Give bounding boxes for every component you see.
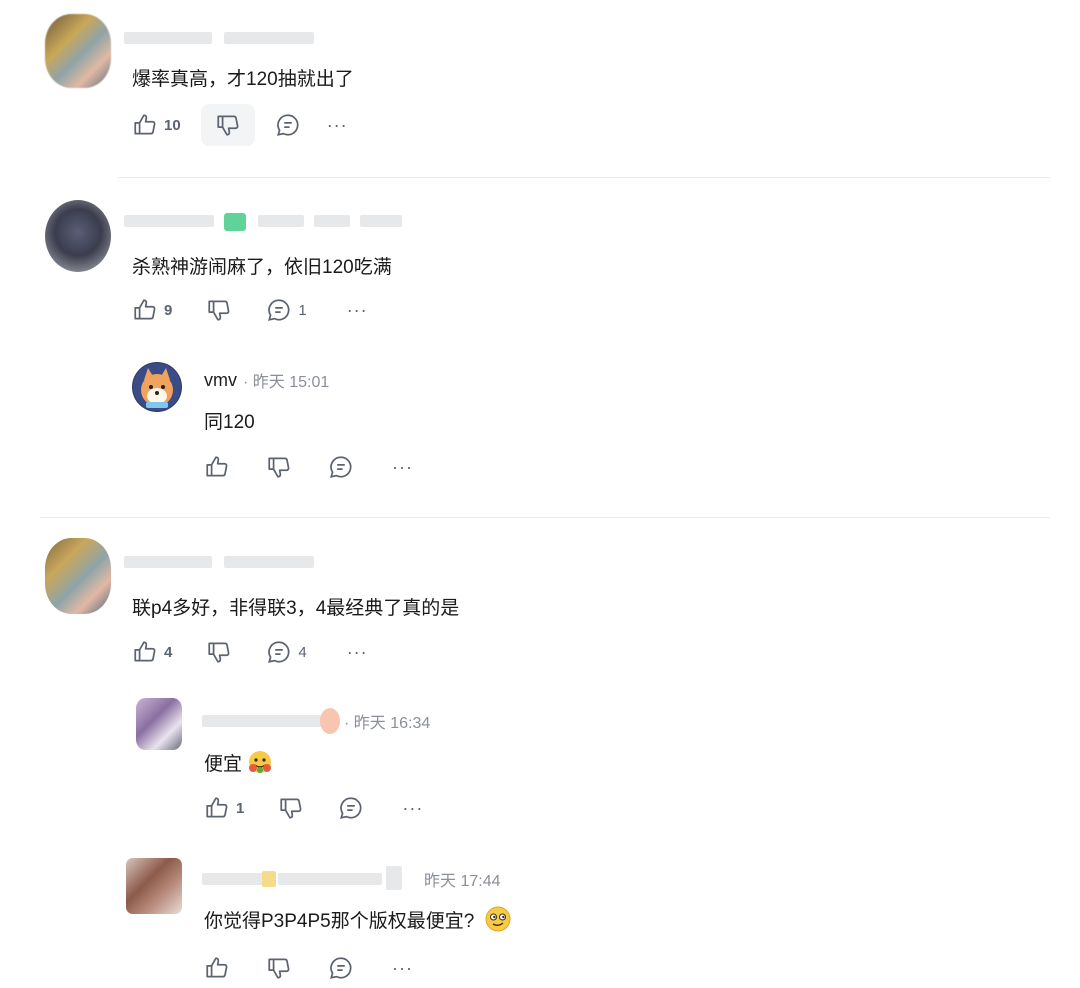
reply-button[interactable] (328, 955, 354, 981)
dislike-button[interactable] (278, 795, 304, 821)
meta-blurred (258, 215, 304, 227)
like-button[interactable]: 9 (132, 297, 172, 323)
meta-blurred (314, 215, 350, 227)
reply-text: 你觉得P3P4P5那个版权最便宜? (204, 905, 512, 939)
meta-blurred (278, 873, 382, 885)
username-blurred[interactable] (202, 873, 266, 885)
like-button[interactable] (204, 454, 230, 480)
avatar[interactable] (45, 538, 111, 614)
like-count: 10 (164, 116, 181, 134)
dislike-button[interactable] (200, 104, 255, 146)
username-blurred[interactable] (202, 715, 322, 727)
comment-bubble-icon (266, 297, 292, 323)
dislike-button[interactable] (206, 639, 232, 665)
badge-blurred (262, 871, 276, 887)
avatar[interactable] (132, 362, 182, 412)
timestamp: · 昨天 16:34 (344, 715, 431, 732)
reply-text-content: 你觉得P3P4P5那个版权最便宜? (204, 911, 475, 933)
timestamp: · 昨天 15:01 (243, 374, 330, 391)
dislike-button[interactable] (266, 955, 292, 981)
dislike-button[interactable] (266, 454, 292, 480)
more-button[interactable]: ··· (392, 457, 413, 478)
reply-actions: ··· (204, 447, 413, 487)
reply-button[interactable]: 4 (266, 639, 307, 665)
meta-blurred (224, 32, 314, 44)
comment-text: 联p4多好，非得联3，4最经典了真的是 (132, 598, 460, 619)
divider (40, 517, 1050, 518)
thumbs-down-icon (206, 297, 232, 323)
reply-button[interactable]: 1 (266, 297, 307, 323)
reply-count: 1 (298, 301, 307, 319)
reply-actions: 1 ··· (204, 788, 423, 828)
comment-actions: 9 1 ··· (132, 290, 368, 330)
thumbs-up-icon (132, 639, 158, 665)
reply-actions: ··· (204, 948, 413, 988)
smirk-emoji-icon (484, 905, 512, 939)
badge-icon (320, 708, 340, 734)
username-blurred[interactable] (124, 215, 214, 227)
shiba-avatar-icon (133, 363, 181, 411)
hugging-face-emoji-icon (247, 749, 273, 781)
more-button[interactable]: ··· (347, 642, 368, 663)
like-button[interactable]: 4 (132, 639, 172, 665)
comment-actions: 4 4 ··· (132, 632, 368, 672)
thumbs-up-icon (204, 454, 230, 480)
avatar[interactable] (45, 200, 111, 272)
more-button[interactable]: ··· (327, 115, 348, 136)
comment-item: 联p4多好，非得联3，4最经典了真的是 4 4 ··· · 昨天 16:34 便… (0, 520, 1080, 979)
reply-text: 便宜 (204, 749, 273, 781)
comment-actions: 10 ··· (132, 104, 348, 146)
like-button[interactable]: 1 (204, 795, 244, 821)
thumbs-down-icon (215, 112, 241, 138)
comment-bubble-icon (328, 955, 354, 981)
reply-text-content: 便宜 (204, 754, 243, 776)
like-button[interactable] (204, 955, 230, 981)
more-button[interactable]: ··· (392, 958, 413, 979)
thumbs-down-icon (206, 639, 232, 665)
comment-text: 爆率真高，才120抽就出了 (132, 69, 354, 90)
comment-item: 杀熟神游闹麻了，依旧120吃满 9 1 ··· vmv · 昨天 15:01 同… (0, 180, 1080, 520)
reply-count: 4 (298, 643, 307, 661)
reply-header: 昨天 17:44 (412, 867, 501, 891)
username[interactable]: vmv (204, 370, 237, 391)
reply-text: 同120 (204, 412, 255, 433)
like-count: 4 (164, 643, 173, 661)
thumbs-up-icon (204, 795, 230, 821)
like-count: 9 (164, 301, 173, 319)
meta-blurred (386, 866, 402, 890)
timestamp: 昨天 17:44 (424, 873, 501, 890)
avatar[interactable] (126, 858, 182, 914)
comment-bubble-icon (328, 454, 354, 480)
thumbs-up-icon (204, 955, 230, 981)
reply-button[interactable] (338, 795, 364, 821)
thumbs-down-icon (266, 955, 292, 981)
more-button[interactable]: ··· (402, 798, 423, 819)
meta-blurred (360, 215, 402, 227)
dislike-button[interactable] (206, 297, 232, 323)
badge-icon (224, 213, 246, 231)
username-blurred[interactable] (124, 32, 212, 44)
thumbs-up-icon (132, 297, 158, 323)
divider (118, 177, 1050, 178)
reply-button[interactable] (328, 454, 354, 480)
reply-header: vmv · 昨天 15:01 (204, 368, 329, 392)
like-button[interactable]: 10 (132, 112, 181, 138)
thumbs-down-icon (266, 454, 292, 480)
thumbs-up-icon (132, 112, 158, 138)
comment-item: 爆率真高，才120抽就出了 10 ··· (0, 0, 1080, 180)
reply-button[interactable] (275, 112, 301, 138)
like-count: 1 (236, 799, 245, 817)
username-blurred[interactable] (124, 556, 212, 568)
reply-header: · 昨天 16:34 (344, 709, 430, 733)
avatar[interactable] (45, 14, 111, 88)
more-button[interactable]: ··· (347, 300, 368, 321)
comment-text: 杀熟神游闹麻了，依旧120吃满 (132, 257, 392, 278)
comment-bubble-icon (338, 795, 364, 821)
thumbs-down-icon (278, 795, 304, 821)
comment-bubble-icon (266, 639, 292, 665)
meta-blurred (224, 556, 314, 568)
avatar[interactable] (136, 698, 182, 750)
comment-bubble-icon (275, 112, 301, 138)
